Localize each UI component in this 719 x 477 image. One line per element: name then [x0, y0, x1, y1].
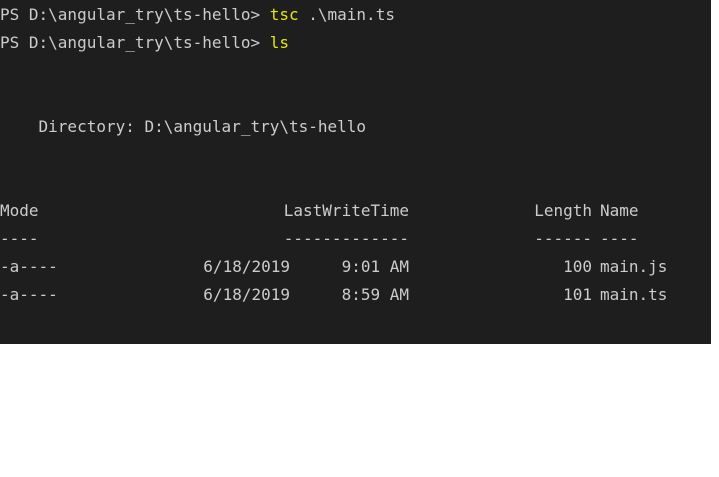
table-row: -a---- 6/18/2019 9:01 AM 100 main.js	[0, 253, 711, 281]
header-name: Name	[600, 201, 639, 220]
command-line-tsc: PS D:\angular_try\ts-hello> tsc .\main.t…	[0, 1, 711, 29]
table-row: -a---- 6/18/2019 8:59 AM 101 main.ts	[0, 281, 711, 309]
command-line-ls: PS D:\angular_try\ts-hello> ls	[0, 29, 711, 57]
table-header-row: Mode LastWriteTime Length Name	[0, 197, 711, 225]
row-length: 101	[563, 285, 592, 304]
directory-line: Directory: D:\angular_try\ts-hello	[0, 117, 367, 136]
command-name: ls	[269, 33, 289, 52]
row-length: 100	[563, 257, 592, 276]
row-name: main.ts	[600, 285, 668, 304]
prompt: PS D:\angular_try\ts-hello>	[0, 33, 270, 52]
terminal-window[interactable]: PS D:\angular_try\ts-hello> tsc .\main.t…	[0, 0, 711, 344]
command-args: .\main.ts	[298, 5, 395, 24]
separator-length: ------	[534, 229, 592, 248]
header-length: Length	[534, 201, 592, 220]
command-name: tsc	[269, 5, 299, 24]
prompt: PS D:\angular_try\ts-hello>	[0, 5, 270, 24]
separator-name: ----	[600, 229, 639, 248]
row-name: main.js	[600, 257, 668, 276]
table-separator-row: ---- ------------- ------ ----	[0, 225, 711, 253]
